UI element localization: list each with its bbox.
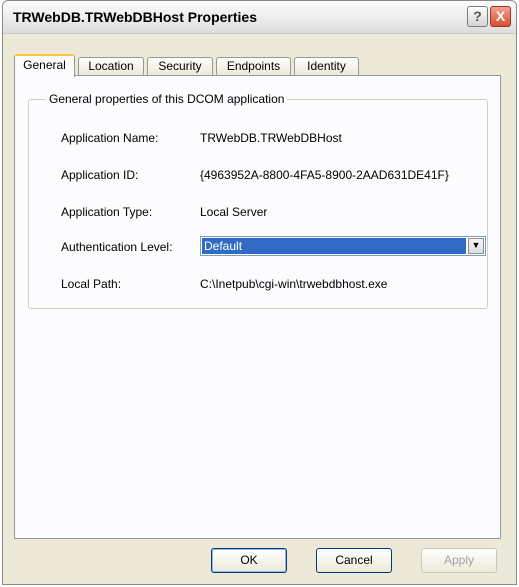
ok-button[interactable]: OK: [211, 548, 287, 573]
tab-endpoints[interactable]: Endpoints: [216, 57, 291, 75]
tab-security[interactable]: Security: [147, 57, 213, 75]
local-path-value: C:\Inetpub\cgi-win\trwebdbhost.exe: [200, 277, 388, 291]
apply-button[interactable]: Apply: [421, 548, 497, 573]
dropdown-arrow-icon[interactable]: ▼: [468, 238, 484, 254]
cancel-button[interactable]: Cancel: [316, 548, 392, 573]
local-path-label: Local Path:: [61, 277, 122, 291]
authentication-level-select[interactable]: Default ▼: [200, 236, 486, 256]
application-id-value: {4963952A-8800-4FA5-8900-2AAD631DE41F}: [200, 168, 449, 182]
tab-identity[interactable]: Identity: [294, 57, 359, 75]
title-bar[interactable]: TRWebDB.TRWebDBHost Properties ? X: [3, 1, 516, 34]
application-name-value: TRWebDB.TRWebDBHost: [200, 131, 342, 145]
window-title: TRWebDB.TRWebDBHost Properties: [13, 9, 257, 25]
authentication-level-label: Authentication Level:: [61, 240, 173, 254]
tab-general[interactable]: General: [14, 54, 75, 77]
help-icon[interactable]: ?: [467, 6, 488, 27]
application-id-label: Application ID:: [61, 168, 139, 182]
group-title: General properties of this DCOM applicat…: [46, 92, 288, 106]
authentication-level-value: Default: [202, 238, 466, 254]
application-name-label: Application Name:: [61, 131, 159, 145]
tab-location[interactable]: Location: [78, 57, 144, 75]
close-icon[interactable]: X: [490, 6, 511, 27]
application-type-label: Application Type:: [61, 205, 153, 219]
application-type-value: Local Server: [200, 205, 268, 219]
